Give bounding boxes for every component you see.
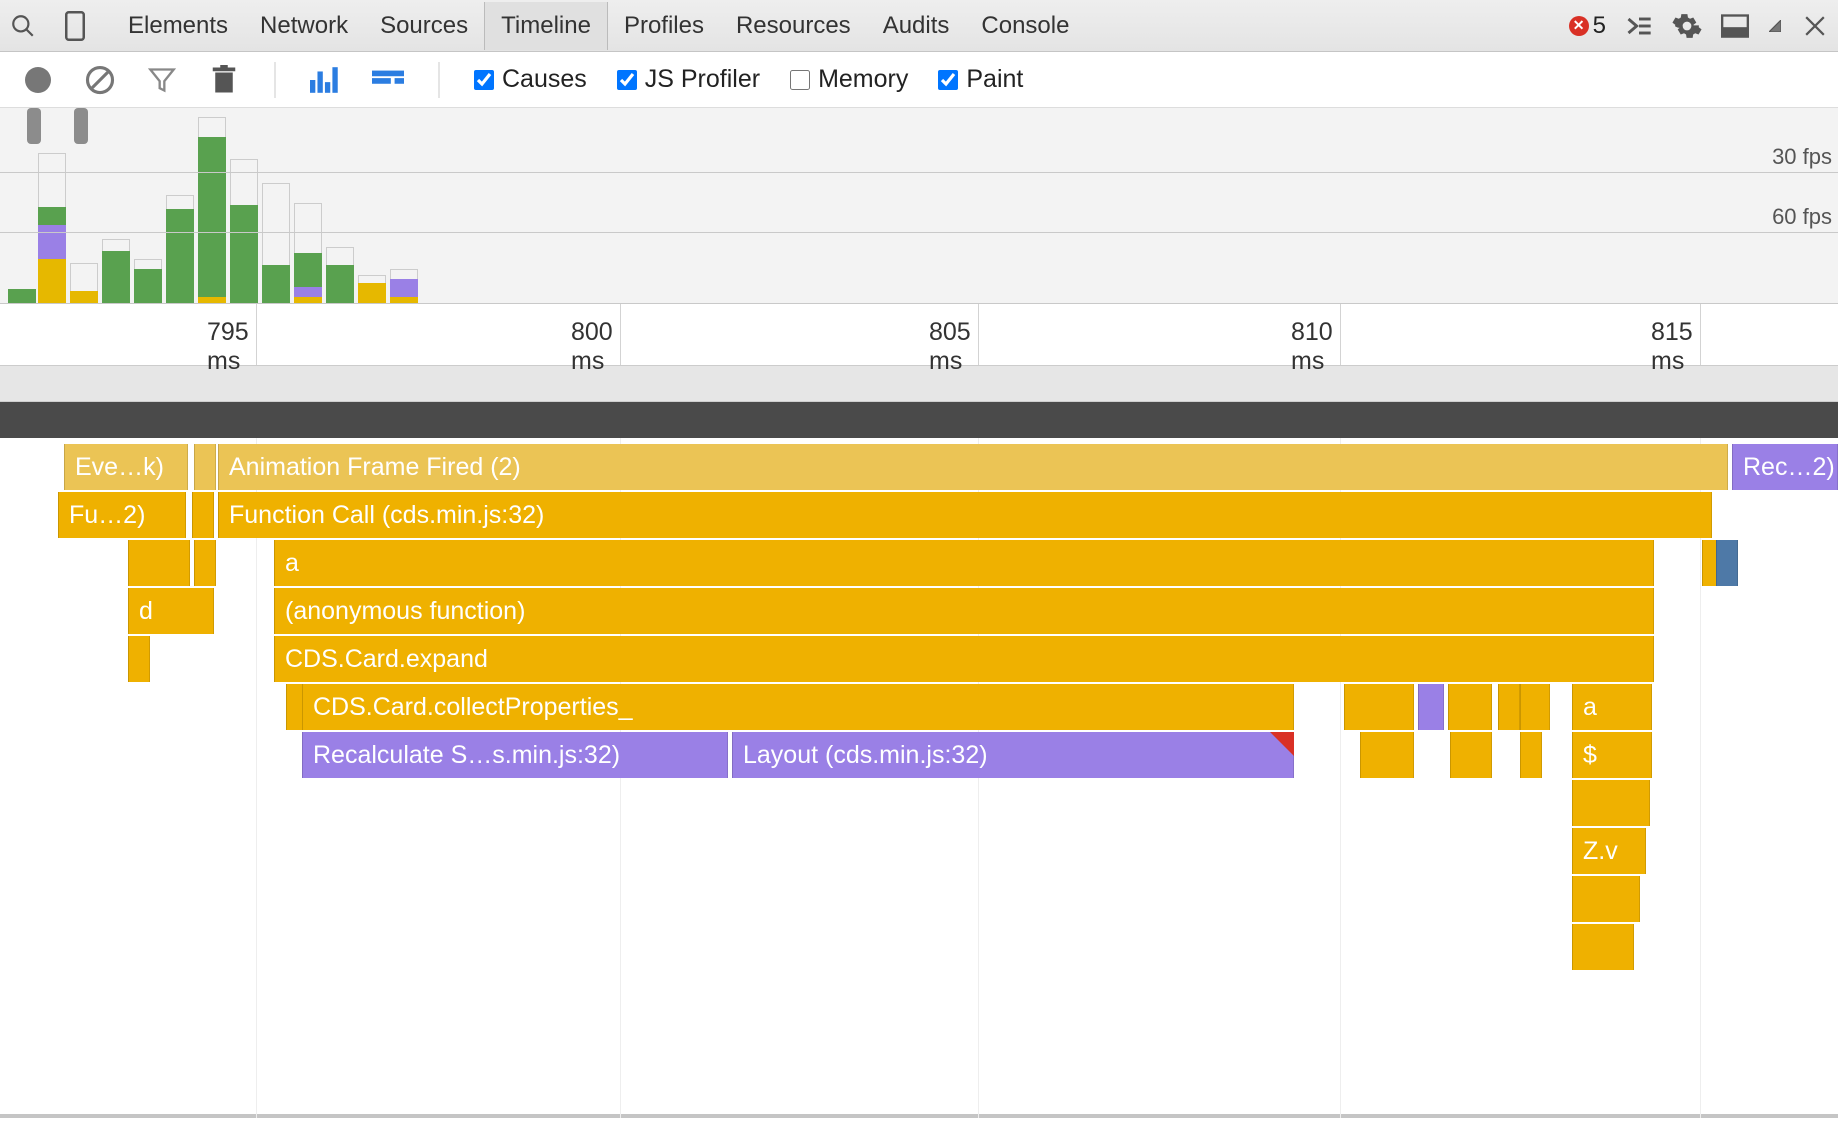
separator-strip [0, 402, 1838, 438]
flame-event[interactable]: Rec…2) [1732, 444, 1838, 490]
ruler-tick-label: 815 ms [1651, 318, 1701, 376]
range-handle-start[interactable] [27, 108, 41, 144]
layout-warning-icon [1270, 732, 1294, 756]
filter-icon[interactable] [146, 64, 178, 96]
flame-chart[interactable]: Eve…k) Animation Frame Fired (2)Rec…2) Fu…… [0, 438, 1838, 1118]
timeline-toolbar: Causes JS Profiler Memory Paint [0, 52, 1838, 108]
ruler-tick-label: 805 ms [929, 318, 979, 376]
flame-view-icon[interactable] [372, 64, 404, 96]
devtools-tabbar: ElementsNetworkSourcesTimelineProfilesRe… [0, 0, 1838, 52]
error-count-badge[interactable]: ✕5 [1569, 12, 1606, 40]
flame-event[interactable] [194, 444, 216, 490]
checkbox-causes[interactable]: Causes [474, 65, 587, 94]
checkbox-paint[interactable]: Paint [938, 65, 1023, 94]
tab-audits[interactable]: Audits [867, 2, 966, 50]
tab-elements[interactable]: Elements [112, 2, 244, 50]
flame-event[interactable]: Fu…2) [58, 492, 186, 538]
flame-event[interactable] [1498, 684, 1520, 730]
flame-event[interactable]: $ [1572, 732, 1652, 778]
tab-network[interactable]: Network [244, 2, 364, 50]
clear-icon[interactable] [84, 64, 116, 96]
flame-event[interactable] [1520, 732, 1542, 778]
flame-event[interactable] [1360, 732, 1414, 778]
dock-corner-icon[interactable] [1768, 11, 1782, 41]
flame-event[interactable]: Function Call (cds.min.js:32) [218, 492, 1712, 538]
panel-tabs: ElementsNetworkSourcesTimelineProfilesRe… [112, 2, 1085, 50]
flame-event[interactable] [1716, 540, 1738, 586]
close-icon[interactable] [1800, 11, 1830, 41]
time-ruler[interactable]: 795 ms800 ms805 ms810 ms815 ms [0, 304, 1838, 366]
ruler-tick-label: 800 ms [571, 318, 621, 376]
flame-event[interactable]: a [274, 540, 1654, 586]
search-icon[interactable] [8, 11, 38, 41]
flame-event[interactable] [1572, 876, 1640, 922]
flame-event[interactable] [1450, 732, 1492, 778]
settings-gear-icon[interactable] [1672, 11, 1702, 41]
tab-profiles[interactable]: Profiles [608, 2, 720, 50]
tab-timeline[interactable]: Timeline [484, 2, 608, 50]
flame-event[interactable]: CDS.Card.expand [274, 636, 1654, 682]
flame-event[interactable] [1572, 924, 1634, 970]
dock-icon[interactable] [1720, 11, 1750, 41]
range-handle-end[interactable] [74, 108, 88, 144]
fps-label: 60 fps [1772, 204, 1832, 230]
flame-event[interactable] [1344, 684, 1414, 730]
flame-event[interactable]: Animation Frame Fired (2) [218, 444, 1728, 490]
drawer-toggle-icon[interactable] [1624, 11, 1654, 41]
checkbox-memory[interactable]: Memory [790, 65, 908, 94]
flame-event[interactable]: Layout (cds.min.js:32) [732, 732, 1294, 778]
frames-view-icon[interactable] [310, 64, 342, 96]
checkbox-js-profiler[interactable]: JS Profiler [617, 65, 760, 94]
overview-panel[interactable]: 30 fps 60 fps [0, 108, 1838, 304]
flame-event[interactable]: a [1572, 684, 1652, 730]
tab-resources[interactable]: Resources [720, 2, 867, 50]
flame-event[interactable] [1418, 684, 1444, 730]
fps-label: 30 fps [1772, 144, 1832, 170]
ruler-tick-label: 795 ms [207, 318, 257, 376]
flame-event[interactable]: Z.v [1572, 828, 1646, 874]
flame-event[interactable] [194, 540, 216, 586]
cpu-strip [0, 366, 1838, 402]
flame-event[interactable] [128, 540, 190, 586]
flame-event[interactable] [1520, 684, 1550, 730]
flame-event[interactable] [1572, 780, 1650, 826]
flame-event[interactable] [192, 492, 214, 538]
flame-event[interactable]: d [128, 588, 214, 634]
tab-console[interactable]: Console [965, 2, 1085, 50]
flame-event[interactable]: Recalculate S…s.min.js:32) [302, 732, 728, 778]
device-icon[interactable] [60, 11, 90, 41]
flame-event[interactable] [1448, 684, 1492, 730]
flame-event[interactable]: (anonymous function) [274, 588, 1654, 634]
tab-sources[interactable]: Sources [364, 2, 484, 50]
ruler-tick-label: 810 ms [1291, 318, 1341, 376]
trash-icon[interactable] [208, 64, 240, 96]
flame-event[interactable]: CDS.Card.collectProperties_ [302, 684, 1294, 730]
error-count: 5 [1593, 12, 1606, 40]
record-button[interactable] [22, 64, 54, 96]
flame-event[interactable]: Eve…k) [64, 444, 188, 490]
flame-event[interactable] [128, 636, 150, 682]
